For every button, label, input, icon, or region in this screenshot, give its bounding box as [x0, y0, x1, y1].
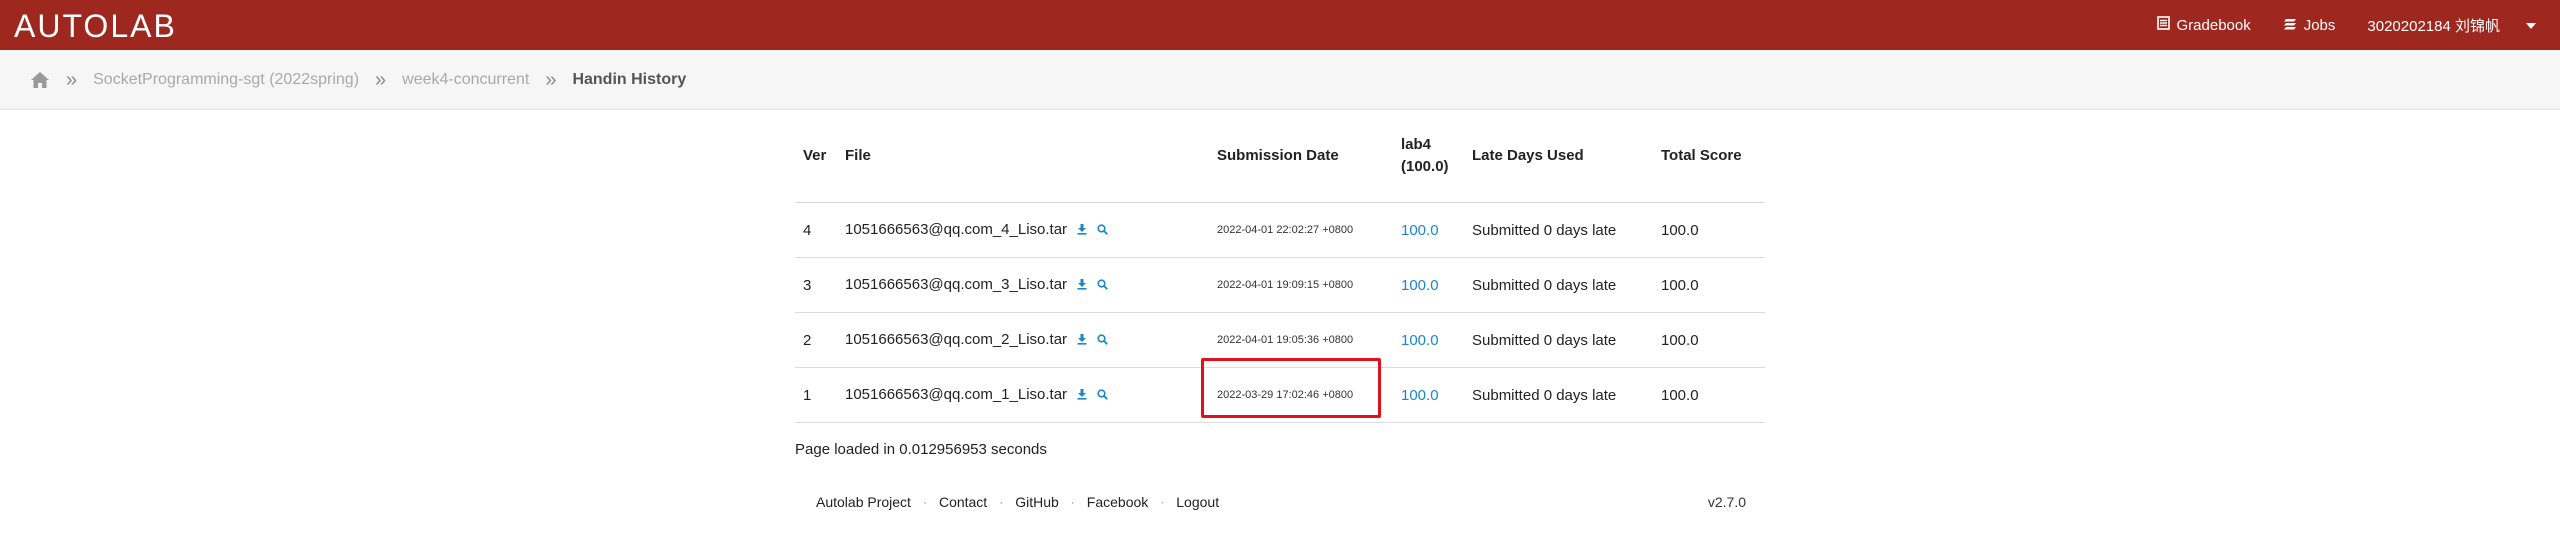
cell-lab4: 100.0: [1393, 312, 1464, 368]
cell-lab4: 100.0: [1393, 257, 1464, 313]
cell-submission-date: 2022-04-01 19:09:15 +0800: [1209, 257, 1393, 313]
footer-separator: ·: [1070, 495, 1075, 509]
version-label: v2.7.0: [1707, 494, 1746, 510]
file-name: 1051666563@qq.com_2_Liso.tar: [845, 331, 1068, 349]
breadcrumb-course[interactable]: SocketProgramming-sgt (2022spring): [93, 71, 359, 89]
breadcrumb-current: Handin History: [572, 70, 687, 88]
cell-late-days: Submitted 0 days late: [1464, 367, 1653, 423]
file-name: 1051666563@qq.com_3_Liso.tar: [845, 276, 1068, 294]
footer-separator: ·: [922, 495, 927, 509]
lab4-score-link[interactable]: 100.0: [1401, 222, 1439, 239]
header-submission-date: Submission Date: [1209, 109, 1393, 203]
footer-separator: ·: [1160, 495, 1165, 509]
cell-total-score: 100.0: [1653, 202, 1765, 258]
autolab-logo[interactable]: AUTOLAB: [14, 10, 177, 42]
cell-lab4: 100.0: [1393, 202, 1464, 258]
footer-link-facebook[interactable]: Facebook: [1087, 494, 1148, 510]
gradebook-label: Gradebook: [2176, 16, 2251, 34]
page-load-time: Page loaded in 0.012956953 seconds: [795, 441, 1047, 458]
jobs-link[interactable]: Jobs: [2283, 16, 2336, 34]
footer-link-autolab-project[interactable]: Autolab Project: [816, 494, 911, 510]
table-row: 4 1051666563@qq.com_4_Liso.tar 2022-04-0…: [795, 202, 1765, 258]
file-name: 1051666563@qq.com_1_Liso.tar: [845, 386, 1068, 404]
header-lab4-max: (100.0): [1401, 157, 1449, 175]
cell-submission-date: 2022-04-01 22:02:27 +0800: [1209, 202, 1393, 258]
cell-ver: 3: [795, 257, 837, 313]
cell-ver: 2: [795, 312, 837, 368]
jobs-label: Jobs: [2303, 16, 2336, 34]
breadcrumb-separator: »: [375, 68, 387, 91]
header-file: File: [837, 109, 1209, 203]
magnify-icon[interactable]: [1097, 277, 1109, 294]
cell-lab4: 100.0: [1393, 367, 1464, 423]
header-late-days: Late Days Used: [1464, 109, 1653, 203]
cell-total-score: 100.0: [1653, 367, 1765, 423]
cell-total-score: 100.0: [1653, 312, 1765, 368]
cell-late-days: Submitted 0 days late: [1464, 257, 1653, 313]
user-menu[interactable]: 3020202184 刘锦帆: [2367, 15, 2500, 36]
download-icon[interactable]: [1077, 387, 1087, 404]
jobs-icon: [2283, 17, 2297, 34]
table-header-row: Ver File Submission Date lab4 (100.0) La…: [795, 109, 1765, 203]
breadcrumb-assessment[interactable]: week4-concurrent: [402, 71, 529, 89]
cell-late-days: Submitted 0 days late: [1464, 312, 1653, 368]
user-dropdown-toggle[interactable]: [2526, 18, 2536, 32]
navbar-right: Gradebook Jobs 3020202184 刘锦帆: [2125, 0, 2560, 50]
magnify-icon[interactable]: [1097, 222, 1109, 239]
download-icon[interactable]: [1077, 222, 1087, 239]
cell-ver: 1: [795, 367, 837, 423]
gradebook-link[interactable]: Gradebook: [2156, 16, 2251, 34]
footer-link-logout[interactable]: Logout: [1176, 494, 1219, 510]
lab4-score-link[interactable]: 100.0: [1401, 277, 1439, 294]
top-navbar: AUTOLAB Gradebook Jobs 3020202184 刘锦帆: [0, 0, 2560, 50]
file-name: 1051666563@qq.com_4_Liso.tar: [845, 221, 1068, 239]
lab4-score-link[interactable]: 100.0: [1401, 387, 1439, 404]
highlight-box: [1201, 358, 1381, 418]
footer-link-contact[interactable]: Contact: [939, 494, 987, 510]
footer-separator: ·: [999, 495, 1004, 509]
breadcrumb-separator: »: [66, 68, 78, 91]
header-lab4-name: lab4: [1401, 135, 1432, 153]
cell-total-score: 100.0: [1653, 257, 1765, 313]
home-icon[interactable]: [30, 71, 50, 89]
cell-file: 1051666563@qq.com_4_Liso.tar: [837, 202, 1209, 258]
header-ver: Ver: [795, 109, 837, 203]
breadcrumb: » SocketProgramming-sgt (2022spring) » w…: [30, 70, 686, 90]
cell-file: 1051666563@qq.com_1_Liso.tar: [837, 367, 1209, 423]
gradebook-icon: [2156, 16, 2170, 34]
cell-late-days: Submitted 0 days late: [1464, 202, 1653, 258]
lab4-score-link[interactable]: 100.0: [1401, 332, 1439, 349]
download-icon[interactable]: [1077, 277, 1087, 294]
header-lab4: lab4 (100.0): [1393, 109, 1464, 203]
cell-file: 1051666563@qq.com_2_Liso.tar: [837, 312, 1209, 368]
user-label: 3020202184 刘锦帆: [2367, 17, 2500, 35]
cell-file: 1051666563@qq.com_3_Liso.tar: [837, 257, 1209, 313]
footer-link-github[interactable]: GitHub: [1015, 494, 1059, 510]
breadcrumb-separator: »: [545, 68, 557, 91]
download-icon[interactable]: [1077, 332, 1087, 349]
magnify-icon[interactable]: [1097, 387, 1109, 404]
table-row: 3 1051666563@qq.com_3_Liso.tar 2022-04-0…: [795, 257, 1765, 313]
footer: Autolab Project · Contact · GitHub · Fac…: [816, 494, 1746, 510]
cell-ver: 4: [795, 202, 837, 258]
magnify-icon[interactable]: [1097, 332, 1109, 349]
breadcrumb-bar: » SocketProgramming-sgt (2022spring) » w…: [0, 50, 2560, 110]
caret-down-icon: [2526, 18, 2536, 32]
header-total-score: Total Score: [1653, 109, 1765, 203]
